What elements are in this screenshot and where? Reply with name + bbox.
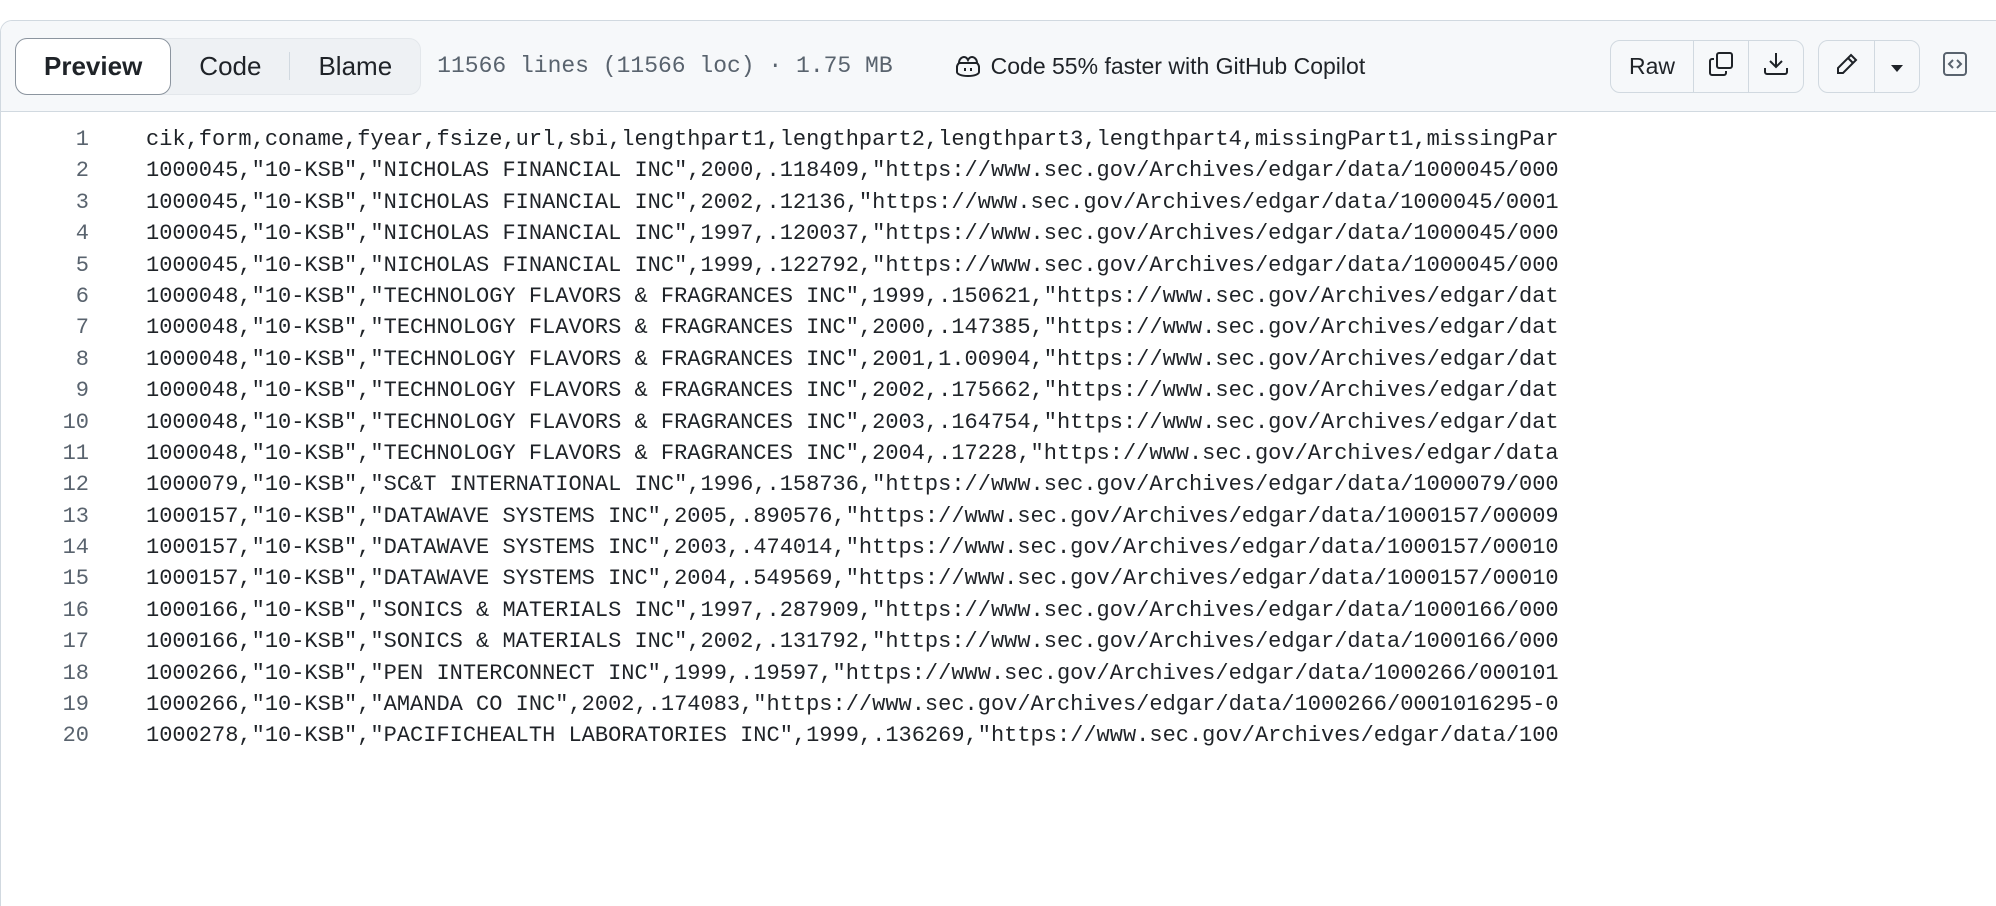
copy-raw-button[interactable]: [1694, 41, 1749, 92]
code-line: 20 1000278,"10-KSB","PACIFICHEALTH LABORA…: [1, 720, 1996, 751]
file-viewer: Preview Code Blame 11566 lines (11566 lo…: [0, 20, 1996, 906]
copilot-promo-label: Code 55% faster with GitHub Copilot: [990, 52, 1366, 79]
code-line: 8 1000048,"10-KSB","TECHNOLOGY FLAVORS & …: [1, 344, 1996, 375]
line-number[interactable]: 3: [1, 187, 89, 218]
line-number[interactable]: 2: [1, 155, 89, 186]
symbols-panel-button[interactable]: [1938, 50, 1972, 84]
code-line: 12 1000079,"10-KSB","SC&T INTERNATIONAL I…: [1, 469, 1996, 500]
line-number[interactable]: 5: [1, 250, 89, 281]
line-text: 1000045,"10-KSB","NICHOLAS FINANCIAL INC…: [146, 158, 1559, 184]
line-text: 1000278,"10-KSB","PACIFICHEALTH LABORATO…: [146, 723, 1559, 749]
line-text: 1000045,"10-KSB","NICHOLAS FINANCIAL INC…: [146, 221, 1559, 247]
line-text: 1000079,"10-KSB","SC&T INTERNATIONAL INC…: [146, 472, 1559, 498]
raw-button[interactable]: Raw: [1611, 41, 1694, 92]
code-line: 15 1000157,"10-KSB","DATAWAVE SYSTEMS INC…: [1, 563, 1996, 594]
code-line: 17 1000166,"10-KSB","SONICS & MATERIALS I…: [1, 626, 1996, 657]
file-info: 11566 lines (11566 loc) · 1.75 MB: [437, 53, 893, 79]
csv-code-view: 1 cik,form,coname,fyear,fsize,url,sbi,len…: [1, 112, 1996, 752]
line-number[interactable]: 1: [1, 124, 89, 155]
line-text: 1000048,"10-KSB","TECHNOLOGY FLAVORS & F…: [146, 283, 1559, 309]
code-line: 18 1000266,"10-KSB","PEN INTERCONNECT INC…: [1, 658, 1996, 689]
code-line: 4 1000045,"10-KSB","NICHOLAS FINANCIAL IN…: [1, 218, 1996, 249]
copy-icon: [1708, 51, 1734, 83]
tab-code[interactable]: Code: [171, 38, 289, 95]
line-text: cik,form,coname,fyear,fsize,url,sbi,leng…: [146, 127, 1559, 152]
line-text: 1000045,"10-KSB","NICHOLAS FINANCIAL INC…: [146, 252, 1559, 278]
line-text: 1000048,"10-KSB","TECHNOLOGY FLAVORS & F…: [146, 346, 1559, 372]
tab-preview[interactable]: Preview: [15, 37, 172, 95]
line-number[interactable]: 14: [1, 532, 89, 563]
edit-dropdown-button[interactable]: [1875, 41, 1919, 92]
copilot-icon: [955, 54, 981, 78]
line-number[interactable]: 7: [1, 312, 89, 343]
code-line: 6 1000048,"10-KSB","TECHNOLOGY FLAVORS & …: [1, 281, 1996, 312]
file-toolbar: Preview Code Blame 11566 lines (11566 lo…: [1, 21, 1996, 112]
line-text: 1000266,"10-KSB","PEN INTERCONNECT INC",…: [146, 660, 1559, 686]
line-number[interactable]: 8: [1, 344, 89, 375]
line-text: 1000045,"10-KSB","NICHOLAS FINANCIAL INC…: [146, 189, 1559, 215]
code-line: 1 cik,form,coname,fyear,fsize,url,sbi,len…: [1, 124, 1996, 155]
line-text: 1000048,"10-KSB","TECHNOLOGY FLAVORS & F…: [146, 409, 1559, 435]
line-number[interactable]: 6: [1, 281, 89, 312]
edit-group: [1818, 40, 1920, 93]
line-text: 1000266,"10-KSB","AMANDA CO INC",2002,.1…: [146, 692, 1559, 718]
code-line: 11 1000048,"10-KSB","TECHNOLOGY FLAVORS &…: [1, 438, 1996, 469]
line-text: 1000157,"10-KSB","DATAWAVE SYSTEMS INC",…: [146, 503, 1559, 529]
line-text: 1000166,"10-KSB","SONICS & MATERIALS INC…: [146, 629, 1559, 655]
line-number[interactable]: 12: [1, 469, 89, 500]
code-line: 16 1000166,"10-KSB","SONICS & MATERIALS I…: [1, 595, 1996, 626]
download-icon: [1763, 51, 1789, 83]
code-line: 3 1000045,"10-KSB","NICHOLAS FINANCIAL IN…: [1, 187, 1996, 218]
line-number[interactable]: 4: [1, 218, 89, 249]
line-text: 1000048,"10-KSB","TECHNOLOGY FLAVORS & F…: [146, 440, 1559, 466]
code-line: 14 1000157,"10-KSB","DATAWAVE SYSTEMS INC…: [1, 532, 1996, 563]
pencil-icon: [1835, 52, 1859, 82]
line-number[interactable]: 9: [1, 375, 89, 406]
view-mode-tabs: Preview Code Blame: [15, 37, 422, 95]
line-number[interactable]: 11: [1, 438, 89, 469]
line-text: 1000157,"10-KSB","DATAWAVE SYSTEMS INC",…: [146, 535, 1559, 561]
code-line: 7 1000048,"10-KSB","TECHNOLOGY FLAVORS & …: [1, 312, 1996, 343]
code-line: 5 1000045,"10-KSB","NICHOLAS FINANCIAL IN…: [1, 250, 1996, 281]
line-number[interactable]: 19: [1, 689, 89, 720]
tab-blame[interactable]: Blame: [290, 38, 420, 95]
code-line: 10 1000048,"10-KSB","TECHNOLOGY FLAVORS &…: [1, 407, 1996, 438]
line-text: 1000157,"10-KSB","DATAWAVE SYSTEMS INC",…: [146, 566, 1559, 592]
line-text: 1000048,"10-KSB","TECHNOLOGY FLAVORS & F…: [146, 378, 1559, 404]
code-square-icon: [1942, 51, 1968, 82]
copilot-promo-link[interactable]: Code 55% faster with GitHub Copilot: [955, 52, 1366, 80]
line-number[interactable]: 17: [1, 626, 89, 657]
line-number[interactable]: 10: [1, 407, 89, 438]
code-line: 19 1000266,"10-KSB","AMANDA CO INC",2002,…: [1, 689, 1996, 720]
line-number[interactable]: 16: [1, 595, 89, 626]
code-line: 9 1000048,"10-KSB","TECHNOLOGY FLAVORS & …: [1, 375, 1996, 406]
line-number[interactable]: 18: [1, 658, 89, 689]
download-button[interactable]: [1749, 41, 1803, 92]
edit-button[interactable]: [1819, 41, 1875, 92]
code-line: 13 1000157,"10-KSB","DATAWAVE SYSTEMS INC…: [1, 501, 1996, 532]
line-text: 1000048,"10-KSB","TECHNOLOGY FLAVORS & F…: [146, 315, 1559, 341]
raw-copy-download-group: Raw: [1609, 40, 1804, 93]
file-actions: Raw: [1609, 38, 1996, 95]
code-line: 2 1000045,"10-KSB","NICHOLAS FINANCIAL IN…: [1, 155, 1996, 186]
line-text: 1000166,"10-KSB","SONICS & MATERIALS INC…: [146, 597, 1559, 623]
line-number[interactable]: 15: [1, 563, 89, 594]
line-number[interactable]: 13: [1, 501, 89, 532]
triangle-down-icon: [1890, 53, 1904, 80]
line-number[interactable]: 20: [1, 720, 89, 751]
